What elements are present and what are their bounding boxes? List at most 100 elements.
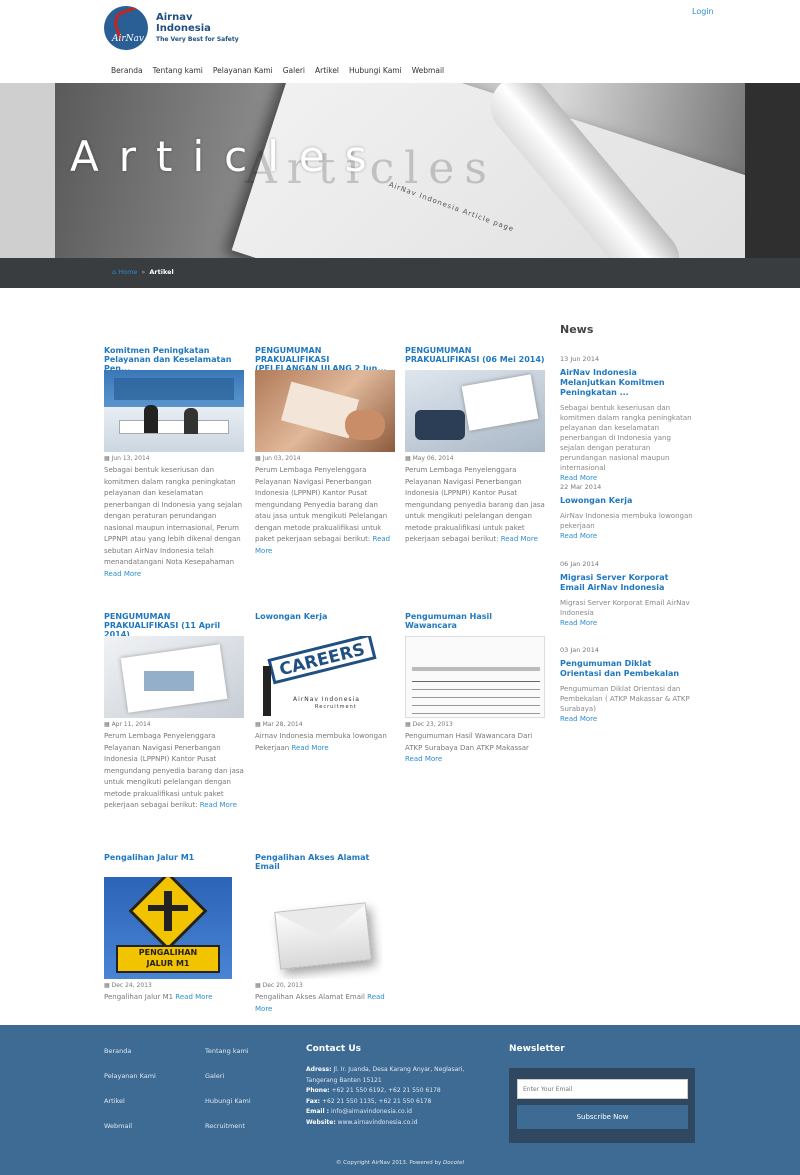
nav-webmail[interactable]: Webmail (412, 66, 444, 75)
news-date: 03 Jan 2014 (560, 646, 599, 654)
brand-name-line1: Airnav (156, 11, 193, 23)
article-title[interactable]: PENGUMUMAN PRAKUALIFIKASI (11 April 2014… (104, 612, 244, 636)
article-thumbnail[interactable] (255, 877, 383, 979)
article-date: ▦ Dec 24, 2013 (104, 982, 152, 989)
calendar-icon: ▦ (405, 455, 413, 462)
article-thumbnail[interactable] (255, 370, 395, 452)
nav-beranda[interactable]: Beranda (111, 66, 143, 75)
article-card: Pengumuman Hasil Wawancara ▦ Dec 23, 201… (405, 612, 545, 766)
news-excerpt: Pengumuman Diklat Orientasi dan Pembekal… (560, 685, 690, 723)
calendar-icon: ▦ (255, 982, 263, 989)
footer-link-hubungi-kami[interactable]: Hubungi Kami (205, 1097, 251, 1105)
article-date: ▦ Dec 23, 2013 (405, 721, 453, 728)
article-date: ▦ Mar 28, 2014 (255, 721, 303, 728)
article-title[interactable]: Lowongan Kerja (255, 612, 395, 636)
calendar-icon: ▦ (104, 982, 112, 989)
article-excerpt: Pengumuman Hasil Wawancara Dari ATKP Sur… (405, 732, 533, 763)
article-title[interactable]: PENGUMUMAN PRAKUALIFIKASI (PELELANGAN UL… (255, 346, 395, 370)
news-excerpt: Sebagai bentuk keseriusan dan komitmen d… (560, 404, 692, 482)
hero-side-left (0, 83, 55, 258)
read-more-link[interactable]: Read More (560, 619, 597, 627)
site-header: AirNav Airnav Indonesia The Very Best fo… (0, 0, 800, 83)
article-card: PENGUMUMAN PRAKUALIFIKASI (06 Mei 2014) … (405, 346, 545, 546)
read-more-link[interactable]: Read More (104, 570, 141, 578)
read-more-link[interactable]: Read More (175, 993, 212, 1001)
contact-heading: Contact Us (306, 1044, 362, 1054)
breadcrumb-home[interactable]: ⌂ Home (112, 268, 137, 276)
news-item: 22 Mar 2014 Lowongan Kerja AirNav Indone… (560, 483, 695, 541)
article-title[interactable]: Pengalihan Akses Alamat Email (255, 853, 395, 877)
calendar-icon: ▦ (104, 455, 112, 462)
article-thumbnail[interactable]: CAREERS AirNav Indonesia Recruitment (255, 636, 395, 718)
article-thumbnail[interactable]: PENGALIHAN JALUR M1 (104, 877, 232, 979)
news-date: 13 Jun 2014 (560, 355, 600, 363)
main-nav: Beranda Tentang kami Pelayanan Kami Gale… (111, 66, 454, 75)
read-more-link[interactable]: Read More (200, 801, 237, 809)
article-excerpt: Pengalihan Jalur M1 Read More (104, 993, 213, 1001)
article-thumbnail[interactable] (104, 370, 244, 452)
news-title[interactable]: Pengumuman Diklat Orientasi dan Pembekal… (560, 659, 695, 679)
footer-link-webmail[interactable]: Webmail (104, 1122, 132, 1130)
nav-galeri[interactable]: Galeri (283, 66, 305, 75)
nav-artikel[interactable]: Artikel (315, 66, 339, 75)
article-excerpt: Perum Lembaga Penyelenggara Pelayanan Na… (255, 466, 391, 555)
footer-link-pelayanan-kami[interactable]: Pelayanan Kami (104, 1072, 156, 1080)
footer-link-galeri[interactable]: Galeri (205, 1072, 224, 1080)
breadcrumb-separator: » (141, 268, 146, 276)
footer-link-recruitment[interactable]: Recruitment (205, 1122, 245, 1130)
read-more-link[interactable]: Read More (560, 715, 597, 723)
read-more-link[interactable]: Read More (560, 474, 597, 482)
article-title[interactable]: Pengalihan Jalur M1 (104, 853, 244, 877)
nav-tentang-kami[interactable]: Tentang kami (153, 66, 203, 75)
calendar-icon: ▦ (104, 721, 112, 728)
nav-hubungi-kami[interactable]: Hubungi Kami (349, 66, 402, 75)
news-title[interactable]: AirNav Indonesia Melanjutkan Komitmen Pe… (560, 368, 695, 398)
article-date: ▦ Jun 03, 2014 (255, 455, 301, 462)
hero-side-right (745, 83, 800, 258)
hero-title: Articles (70, 132, 387, 181)
calendar-icon: ▦ (255, 721, 263, 728)
footer-link-artikel[interactable]: Artikel (104, 1097, 125, 1105)
article-thumbnail[interactable] (104, 636, 244, 718)
subscribe-button[interactable]: Subscribe Now (517, 1105, 688, 1129)
article-date: ▦ May 06, 2014 (405, 455, 454, 462)
article-title[interactable]: PENGUMUMAN PRAKUALIFIKASI (06 Mei 2014) (405, 346, 545, 370)
article-card: Pengalihan Akses Alamat Email ▦ Dec 20, … (255, 853, 395, 1015)
footer-link-beranda[interactable]: Beranda (104, 1047, 131, 1055)
read-more-link[interactable]: Read More (501, 535, 538, 543)
breadcrumb: ⌂ Home » Artikel (0, 258, 800, 288)
newsletter-heading: Newsletter (509, 1044, 565, 1054)
newsletter-email-input[interactable] (517, 1079, 688, 1099)
article-excerpt: Perum Lembaga Penyelenggara Pelayanan Na… (104, 732, 244, 809)
nav-pelayanan-kami[interactable]: Pelayanan Kami (213, 66, 273, 75)
read-more-link[interactable]: Read More (291, 744, 328, 752)
article-title[interactable]: Komitmen Peningkatan Pelayanan dan Kesel… (104, 346, 244, 370)
article-card: PENGUMUMAN PRAKUALIFIKASI (PELELANGAN UL… (255, 346, 395, 557)
article-title[interactable]: Pengumuman Hasil Wawancara (405, 612, 545, 636)
news-title[interactable]: Lowongan Kerja (560, 496, 695, 506)
article-thumbnail[interactable] (405, 370, 545, 452)
news-title[interactable]: Migrasi Server Korporat Email AirNav Ind… (560, 573, 695, 593)
article-date: ▦ Jun 13, 2014 (104, 455, 150, 462)
envelope-icon (274, 902, 372, 970)
article-excerpt: Airnav Indonesia membuka lowongan Pekerj… (255, 732, 387, 752)
footer-link-tentang-kami[interactable]: Tentang kami (205, 1047, 249, 1055)
login-link[interactable]: Login (692, 7, 714, 16)
article-date: ▦ Dec 20, 2013 (255, 982, 303, 989)
article-excerpt: Sebagai bentuk keseriusan dan komitmen d… (104, 466, 243, 578)
article-card: Komitmen Peningkatan Pelayanan dan Kesel… (104, 346, 244, 580)
brand-logo[interactable]: AirNav Airnav Indonesia The Very Best fo… (104, 6, 239, 50)
news-item: 03 Jan 2014 Pengumuman Diklat Orientasi … (560, 646, 695, 724)
article-excerpt: Pengalihan Akses Alamat Email Read More (255, 993, 385, 1013)
article-card: PENGUMUMAN PRAKUALIFIKASI (11 April 2014… (104, 612, 244, 812)
article-date: ▦ Apr 11, 2014 (104, 721, 151, 728)
calendar-icon: ▦ (255, 455, 263, 462)
read-more-link[interactable]: Read More (405, 755, 442, 763)
news-date: 06 Jan 2014 (560, 560, 599, 568)
brand-name-line2: Indonesia (156, 22, 211, 34)
powered-by-link[interactable]: Docotel (443, 1160, 464, 1166)
copyright: © Copyright AirNav 2013. Powered by Doco… (335, 1160, 465, 1166)
article-card: Pengalihan Jalur M1 PENGALIHAN JALUR M1 ▦… (104, 853, 244, 1004)
read-more-link[interactable]: Read More (560, 532, 597, 540)
article-thumbnail[interactable] (405, 636, 545, 718)
